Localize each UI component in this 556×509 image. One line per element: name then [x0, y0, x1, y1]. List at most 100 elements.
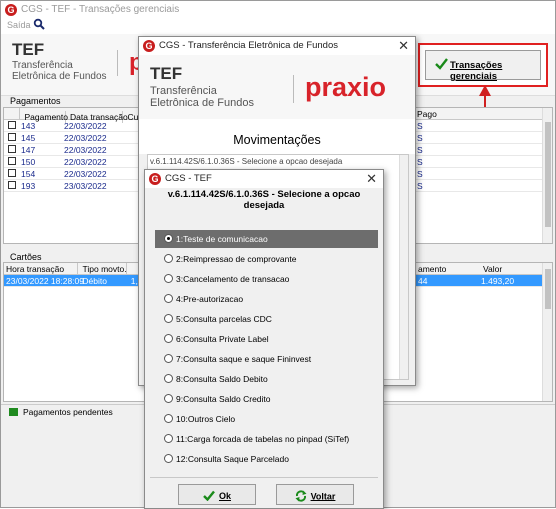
cell-pagamento: 145 [21, 133, 36, 143]
header-valor: Valor [483, 264, 503, 274]
option-3[interactable]: 3:Cancelamento de transacao [164, 272, 289, 286]
header-tipo: Tipo movto. [82, 263, 127, 275]
cell-data: 22/03/2022 [64, 133, 107, 143]
close-icon[interactable]: ✕ [366, 171, 377, 187]
row-checkbox[interactable] [8, 121, 16, 129]
banner-line1: Transferência [12, 60, 73, 71]
option-6[interactable]: 6:Consulta Private Label [164, 332, 269, 346]
cell-data: 22/03/2022 [64, 157, 107, 167]
option-11[interactable]: 11:Carga forcada de tabelas no pinpad (S… [164, 432, 349, 446]
menu-title: CGS - TEF [165, 173, 212, 184]
option-1[interactable]: 1:Teste de comunicacao [164, 232, 268, 246]
option-2[interactable]: 2:Reimpressao de comprovante [164, 252, 296, 266]
header-pago: Pago [417, 109, 437, 119]
radio[interactable] [164, 434, 173, 444]
pagamentos-scrollbar[interactable] [542, 108, 552, 243]
scroll-thumb[interactable] [545, 269, 551, 309]
tef-banner: TEF Transferência Eletrônica de Fundos p… [139, 55, 415, 119]
cell-pagamento: 147 [21, 145, 36, 155]
cell-pagamento: 143 [21, 121, 36, 131]
cell-data: 22/03/2022 [64, 121, 107, 131]
tef-banner-line1: Transferência [150, 85, 217, 97]
pagamentos-label: Pagamentos [10, 96, 61, 106]
tef-banner-brand: praxio [305, 72, 387, 102]
app-logo-icon: G [149, 173, 161, 185]
radio[interactable] [164, 354, 173, 364]
header-hora: Hora transação [4, 263, 78, 275]
radio[interactable] [164, 334, 173, 344]
cell-hora: 23/03/2022 18:28:09 [6, 276, 84, 286]
cell-data: 23/03/2022 [64, 181, 107, 191]
cell-amento: 44 [418, 276, 428, 286]
cartoes-scrollbar[interactable] [542, 263, 552, 401]
main-title: CGS - TEF - Transações gerenciais [21, 4, 180, 15]
transacoes-highlight: Transações gerenciais [418, 43, 548, 87]
tef-list-scrollbar[interactable] [399, 155, 408, 379]
cell-valor: 1.493,20 [481, 276, 515, 286]
radio[interactable] [164, 274, 173, 284]
menu-saida[interactable]: Saída [7, 20, 31, 30]
menu-options: 1:Teste de comunicacao 2:Reimpressao de … [155, 227, 378, 472]
cell-pago: S [417, 145, 423, 155]
status-square-icon [9, 408, 18, 416]
menu-prompt-line2: desejada [243, 200, 285, 211]
row-checkbox[interactable] [8, 145, 16, 153]
radio[interactable] [164, 414, 173, 424]
cell-pago: S [417, 133, 423, 143]
tef-title: CGS - Transferência Eletrônica de Fundos [159, 40, 339, 51]
cell-pago: S [417, 181, 423, 191]
row-checkbox[interactable] [8, 169, 16, 177]
row-checkbox[interactable] [8, 181, 16, 189]
app-logo-icon: G [143, 40, 155, 52]
ok-button[interactable]: Ok [178, 484, 256, 505]
menu-dialog: G CGS - TEF ✕ v.6.1.114.42S/6.1.0.36S - … [144, 169, 384, 509]
header-amento: amento [418, 264, 447, 274]
tef-titlebar: G CGS - Transferência Eletrônica de Fund… [139, 37, 415, 55]
cell-pago: S [417, 121, 423, 131]
cell-pagamento: 154 [21, 169, 36, 179]
tef-banner-line2: Eletrônica de Fundos [150, 97, 254, 109]
cell-pagamento: 150 [21, 157, 36, 167]
app-logo-icon: G [5, 4, 17, 16]
tef-banner-tef: TEF [150, 64, 183, 83]
option-4[interactable]: 4:Pre-autorizacao [164, 292, 243, 306]
radio[interactable] [164, 454, 173, 464]
cell-tipo: Débito [82, 276, 107, 286]
tef-heading: Movimentações [139, 119, 415, 154]
option-5[interactable]: 5:Consulta parcelas CDC [164, 312, 272, 326]
search-icon[interactable] [33, 18, 45, 32]
cell-pago: S [417, 157, 423, 167]
refresh-icon [295, 490, 307, 504]
radio-selected[interactable] [164, 234, 173, 244]
option-12[interactable]: 12:Consulta Saque Parcelado [164, 452, 289, 466]
row-checkbox[interactable] [8, 133, 16, 141]
row-checkbox[interactable] [8, 157, 16, 165]
cell-data: 22/03/2022 [64, 145, 107, 155]
banner-line2: Eletrônica de Fundos [12, 71, 107, 82]
check-icon [435, 57, 448, 73]
cartoes-label: Cartões [10, 252, 42, 262]
option-7[interactable]: 7:Consulta saque e saque Fininvest [164, 352, 311, 366]
menu-divider [150, 477, 378, 478]
tef-list-text: v.6.1.114.42S/6.1.0.36S - Selecione a op… [150, 157, 343, 166]
header-check [4, 108, 20, 120]
cell-pagamento: 193 [21, 181, 36, 191]
radio[interactable] [164, 374, 173, 384]
scroll-thumb[interactable] [545, 122, 551, 227]
option-10[interactable]: 10:Outros Cielo [164, 412, 235, 426]
menu-prompt-line1: v.6.1.114.42S/6.1.0.36S - Selecione a op… [167, 189, 361, 200]
main-titlebar: G CGS - TEF - Transações gerenciais [1, 1, 555, 18]
close-icon[interactable]: ✕ [398, 38, 409, 54]
voltar-button[interactable]: Voltar [276, 484, 354, 505]
transacoes-gerenciais-button[interactable]: Transações gerenciais [425, 50, 541, 82]
radio[interactable] [164, 294, 173, 304]
tef-banner-divider [293, 75, 294, 103]
banner-tef: TEF [12, 40, 45, 59]
check-icon [203, 490, 215, 503]
radio[interactable] [164, 314, 173, 324]
radio[interactable] [164, 254, 173, 264]
radio[interactable] [164, 394, 173, 404]
option-8[interactable]: 8:Consulta Saldo Debito [164, 372, 268, 386]
main-menubar: Saída [1, 18, 555, 34]
option-9[interactable]: 9:Consulta Saldo Credito [164, 392, 271, 406]
